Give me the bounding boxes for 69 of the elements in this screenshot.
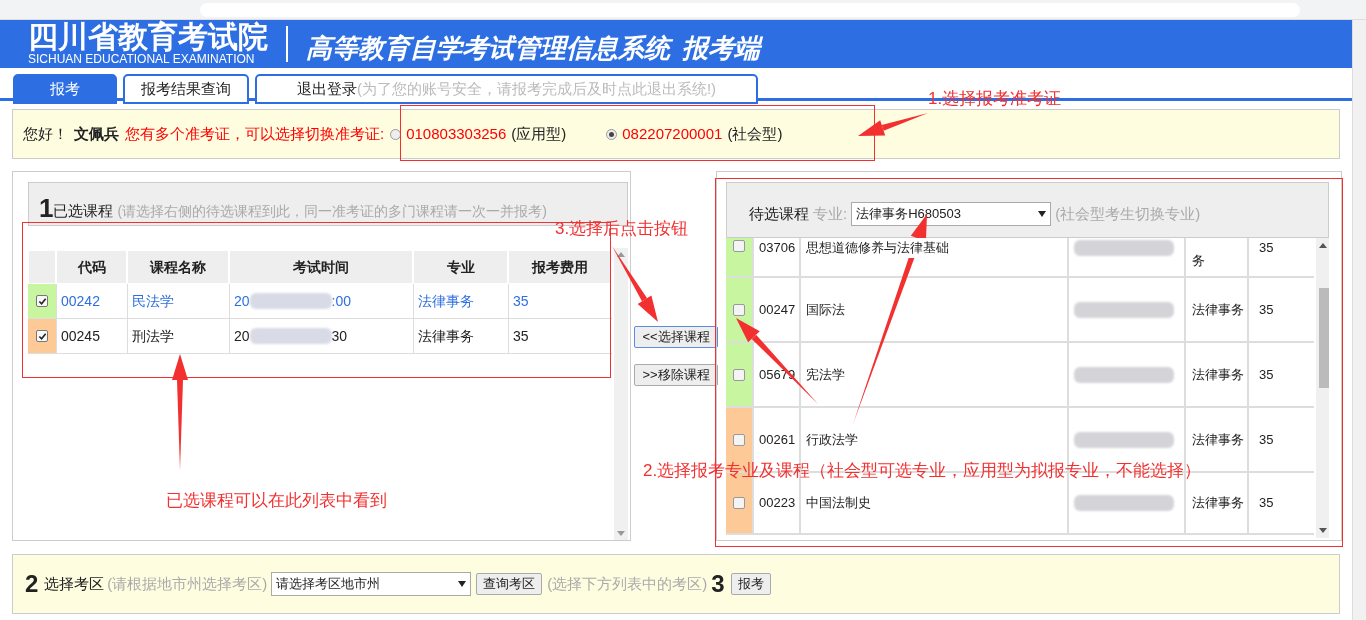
ticket-message: 您有多个准考证，可以选择切换准考证: (125, 123, 385, 144)
table-cell: 35 (1247, 278, 1314, 341)
table-cell: 00245 (56, 319, 127, 354)
major-label: 专业: (813, 203, 848, 224)
step-number: 2 (25, 569, 39, 599)
section-hint: (请根据地市州选择考区) (107, 573, 268, 594)
table-cell: 思想道德修养与法律基础 (806, 238, 949, 258)
site-title: 四川省教育考试院 (28, 22, 268, 52)
section-title: 选择考区 (44, 573, 105, 594)
table-cell: 刑法学 (127, 319, 229, 354)
table-cell: 35 (1247, 238, 1314, 276)
nav-tab[interactable]: 退出登录(为了您的账号安全，请报考完成后及时点此退出系统!) (255, 74, 758, 104)
table-cell: 03706 (752, 238, 799, 276)
panel-hint: (请选择右侧的待选课程到此，同一准考证的多门课程请一次一并报考) (117, 202, 547, 221)
table-cell-text: 30 (331, 326, 348, 346)
row-checkbox[interactable] (36, 330, 48, 342)
step-number: 1 (39, 193, 54, 223)
table-cell-text: 20 (234, 291, 250, 311)
table-cell: 法律事务 (1184, 343, 1247, 406)
major-hint: (社会型考生切换专业) (1055, 203, 1201, 224)
ticket-type: (社会型) (727, 123, 783, 144)
area-select[interactable]: 请选择考区地市州 (271, 572, 472, 596)
table-cell: 务 (1184, 238, 1247, 276)
dropdown-caret-icon (1038, 211, 1047, 217)
row-checkbox[interactable] (733, 303, 745, 316)
scroll-up-icon (1318, 243, 1327, 248)
nav-tab[interactable]: 报考 (13, 74, 117, 104)
scroll-down-icon (617, 531, 625, 536)
table-cell-text: 20 (234, 326, 250, 346)
panel-title: 已选课程 (53, 202, 114, 221)
annotation-text: 已选课程可以在此列表中看到 (166, 490, 387, 512)
table-cell: 35 (1247, 408, 1314, 471)
row-checkbox[interactable] (733, 368, 745, 381)
ticket-radio[interactable] (390, 128, 402, 140)
ticket-type: (应用型) (511, 123, 567, 144)
nav-tab[interactable]: 报考结果查询 (123, 74, 249, 104)
site-subtitle: SICHUAN EDUCATIONAL EXAMINATION (28, 52, 256, 66)
course-action-button[interactable]: >>移除课程 (634, 364, 718, 386)
ticket-number: 010803303256 (406, 123, 507, 144)
table-header-cell: 报考费用 (508, 250, 612, 284)
table-cell: 35 (1247, 343, 1314, 406)
row-checkbox[interactable] (733, 240, 745, 252)
ticket-number: 082207200001 (622, 123, 723, 144)
query-button[interactable]: 查询考区 (476, 573, 543, 595)
ticket-radio[interactable] (606, 128, 618, 140)
table-cell: 35 (1247, 473, 1314, 533)
row-checkbox[interactable] (733, 497, 745, 509)
row-checkbox[interactable] (36, 295, 48, 307)
table-cell: 法律事务 (1184, 278, 1247, 341)
table-cell-text: :00 (331, 291, 352, 311)
section-hint: (选择下方列表中的考区) (547, 573, 708, 594)
table-header-cell: 课程名称 (127, 250, 229, 284)
panel-title: 待选课程 (749, 203, 809, 224)
scroll-thumb[interactable] (1319, 288, 1329, 388)
submit-button[interactable]: 报考 (730, 573, 771, 595)
dropdown-caret-icon (458, 581, 467, 587)
table-cell: 35 (508, 319, 612, 354)
major-select[interactable]: 法律事务H680503 (851, 202, 1052, 226)
course-action-button[interactable]: <<选择课程 (634, 326, 718, 348)
annotation-arrow (858, 113, 928, 136)
table-cell: 法律事务 (413, 319, 508, 354)
row-checkbox[interactable] (733, 433, 745, 446)
greeting-text: 您好！ (23, 123, 68, 144)
scroll-down-icon (1318, 528, 1327, 533)
table-header-cell: 考试时间 (229, 250, 413, 284)
table-header-cell: 专业 (413, 250, 508, 284)
table-header-cell: 代码 (56, 250, 127, 284)
step-number: 3 (711, 569, 725, 599)
user-name: 文佩兵 (74, 123, 119, 144)
